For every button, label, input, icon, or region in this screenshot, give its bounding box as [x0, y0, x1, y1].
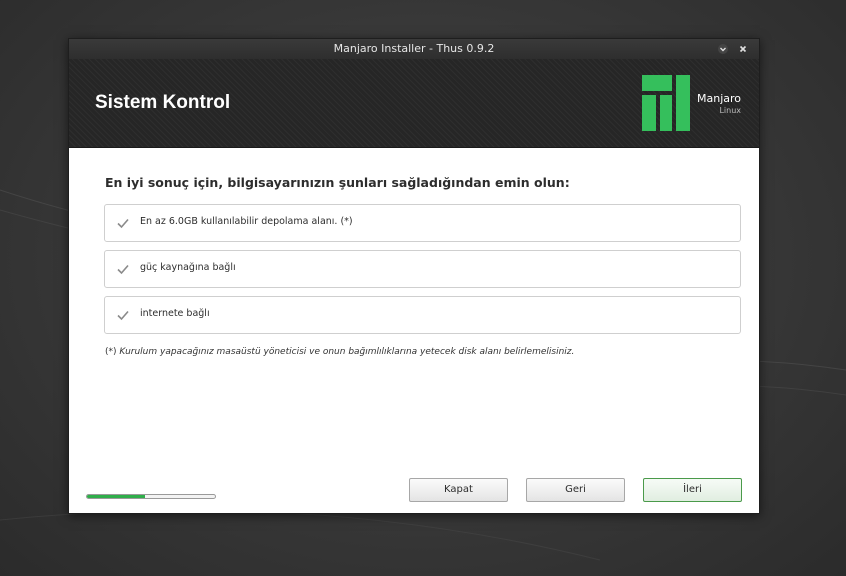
footnote-text: Kurulum yapacağınız masaüstü yöneticisi … [119, 347, 575, 357]
requirements-footnote: (*) Kurulum yapacağınız masaüstü yönetic… [105, 347, 574, 357]
main-content: En iyi sonuç için, bilgisayarınızın şunl… [69, 148, 759, 513]
requirements-heading: En iyi sonuç için, bilgisayarınızın şunl… [105, 175, 570, 190]
window-titlebar[interactable]: Manjaro Installer - Thus 0.9.2 [69, 39, 759, 59]
check-icon [117, 310, 129, 321]
manjaro-logo-icon [642, 75, 690, 131]
requirement-item-internet: internete bağlı [104, 296, 741, 334]
back-button[interactable]: Geri [526, 478, 625, 502]
requirement-item-power: güç kaynağına bağlı [104, 250, 741, 288]
install-progress-bar [86, 494, 216, 499]
logo-subtitle: Linux [719, 106, 741, 115]
window-title: Manjaro Installer - Thus 0.9.2 [333, 42, 495, 55]
check-icon [117, 264, 129, 275]
requirement-label: En az 6.0GB kullanılabilir depolama alan… [140, 216, 353, 227]
check-icon [117, 218, 129, 229]
requirement-item-storage: En az 6.0GB kullanılabilir depolama alan… [104, 204, 741, 242]
requirement-label: internete bağlı [140, 308, 210, 319]
logo-wordmark: Manjaro Linux [693, 92, 741, 115]
close-icon[interactable] [737, 43, 749, 55]
footnote-marker: (*) [105, 347, 117, 357]
logo-name: Manjaro [696, 92, 741, 105]
quit-button[interactable]: Kapat [409, 478, 508, 502]
progress-fill [87, 495, 145, 498]
minimize-icon[interactable] [717, 43, 729, 55]
page-title: Sistem Kontrol [95, 92, 231, 113]
page-header: Sistem Kontrol Manjaro Linux [69, 59, 759, 148]
requirement-label: güç kaynağına bağlı [140, 262, 236, 273]
next-button[interactable]: İleri [643, 478, 742, 502]
installer-window: Manjaro Installer - Thus 0.9.2 Sistem Ko… [68, 38, 760, 514]
